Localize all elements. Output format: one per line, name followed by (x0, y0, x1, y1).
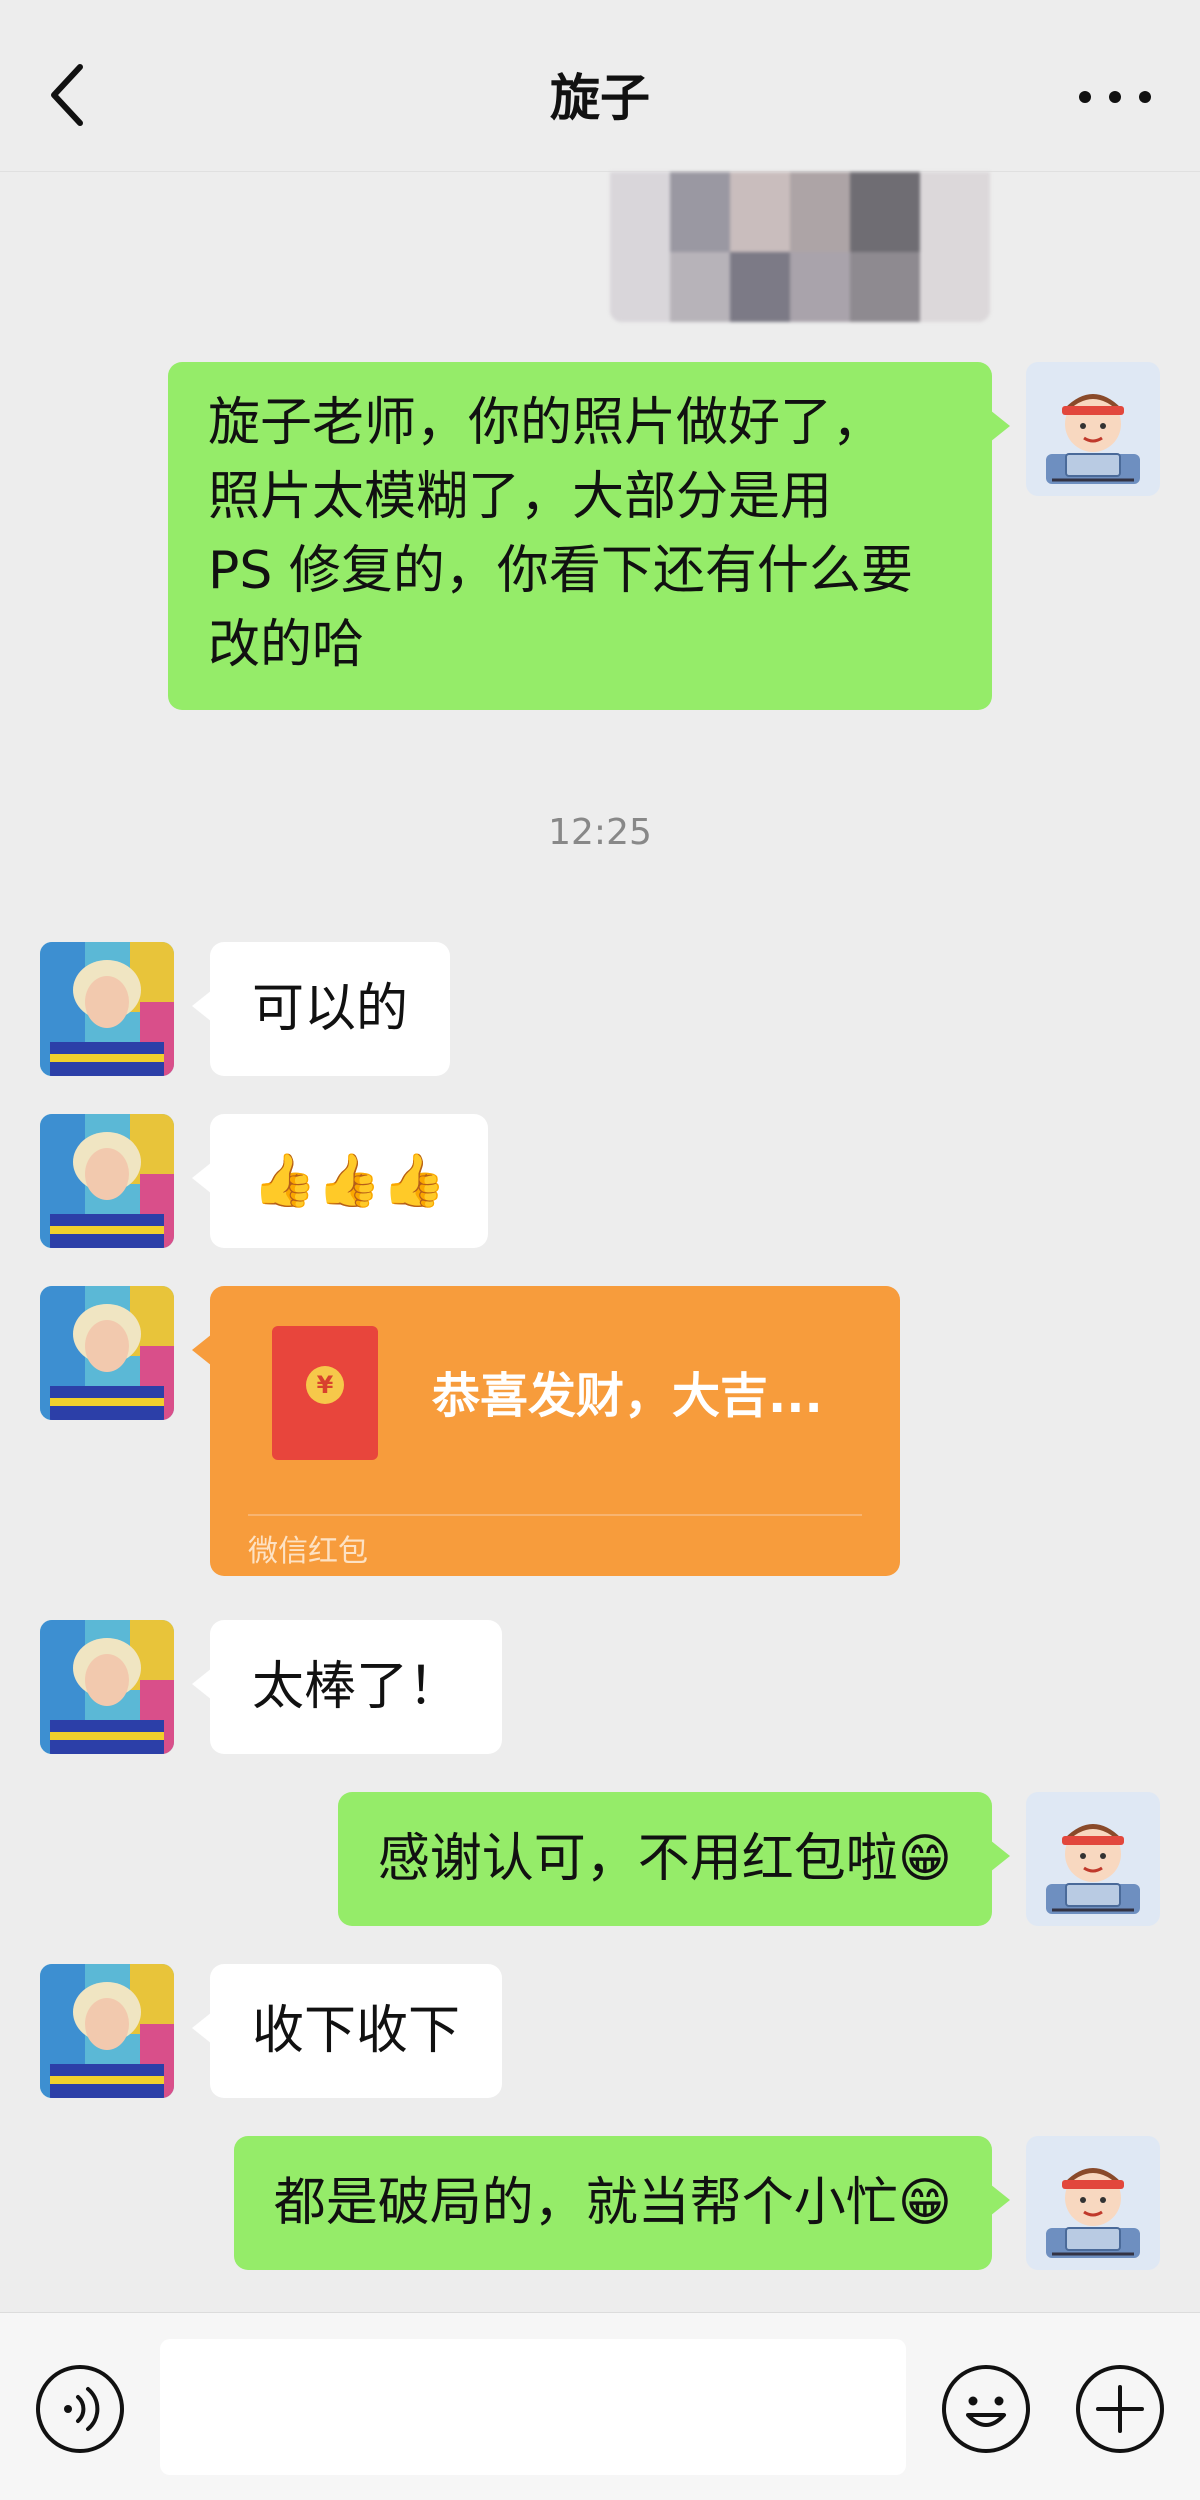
input-bar (0, 2312, 1200, 2500)
cartoon-avatar-icon (1026, 2136, 1160, 2270)
timestamp: 12:25 (548, 812, 652, 853)
message-text: 感谢认可，不用红包啦😁 (377, 1829, 952, 1889)
contact-avatar[interactable] (40, 1964, 174, 2098)
message-line: 旋子老师，你的照片做好了， (208, 393, 885, 453)
plus-button[interactable] (1074, 2363, 1166, 2455)
message-bubble-sent[interactable]: 旋子老师，你的照片做好了， 照片太模糊了，大部分是用 PS 修复的，你看下还有什… (168, 362, 1010, 710)
voice-icon (36, 2365, 124, 2453)
message-list[interactable]: 旋子老师，你的照片做好了， 照片太模糊了，大部分是用 PS 修复的，你看下还有什… (0, 172, 1200, 2312)
emoji-button[interactable] (940, 2363, 1032, 2455)
my-avatar[interactable] (1026, 362, 1160, 496)
woman-portrait-avatar (40, 1114, 174, 1248)
message-bubble-sent[interactable]: 都是破局的，就当帮个小忙😁 (233, 2136, 1011, 2270)
woman-portrait-avatar (40, 1286, 174, 1420)
voice-button[interactable] (34, 2363, 126, 2455)
my-avatar[interactable] (1026, 2136, 1160, 2270)
contact-avatar[interactable] (40, 1620, 174, 1754)
message-bubble-received[interactable]: 太棒了！ (191, 1620, 503, 1754)
emoji-icon (942, 2365, 1030, 2453)
woman-portrait-avatar (40, 1964, 174, 2098)
my-avatar[interactable] (1026, 1792, 1160, 1926)
contact-avatar[interactable] (40, 1114, 174, 1248)
yuan-coin-icon: ¥ (306, 1366, 344, 1404)
divider (248, 1514, 862, 1516)
chat-title: 旋子 (550, 69, 650, 127)
message-text: 都是破局的，就当帮个小忙😁 (273, 2173, 952, 2233)
message-line: 改的哈 (208, 615, 365, 675)
chat-header: 旋子 (0, 0, 1200, 172)
message-bubble-received[interactable]: 可以的 (191, 942, 451, 1076)
red-packet-card[interactable]: ¥ 恭喜发财，大吉... 微信红包 (192, 1286, 900, 1576)
message-text: 收下收下 (252, 2001, 461, 2061)
message-line: PS 修复的，你看下还有什么要 (208, 541, 913, 601)
cartoon-avatar-icon (1026, 362, 1160, 496)
woman-portrait-avatar (40, 1620, 174, 1754)
message-bubble-sent[interactable]: 感谢认可，不用红包啦😁 (337, 1792, 1011, 1926)
red-envelope-icon: ¥ (272, 1326, 378, 1460)
red-packet-title: 恭喜发财，大吉... (432, 1368, 823, 1424)
message-input[interactable] (160, 2339, 906, 2475)
woman-portrait-avatar (40, 942, 174, 1076)
red-packet-label: 微信红包 (248, 1534, 368, 1569)
message-bubble-received[interactable]: 收下收下 (191, 1964, 503, 2098)
message-text: 太棒了！ (252, 1657, 461, 1717)
contact-avatar[interactable] (40, 1286, 174, 1420)
contact-avatar[interactable] (40, 942, 174, 1076)
plus-icon (1076, 2365, 1164, 2453)
message-text: 可以的 (252, 979, 409, 1039)
message-text: 👍👍👍 (252, 1151, 447, 1211)
blurred-photo[interactable] (610, 172, 990, 322)
more-button[interactable] (1070, 72, 1160, 122)
cartoon-avatar-icon (1026, 1792, 1160, 1926)
message-line: 照片太模糊了，大部分是用 (208, 467, 833, 527)
ellipsis-icon (1079, 91, 1151, 103)
message-bubble-received[interactable]: 👍👍👍 (191, 1114, 489, 1248)
